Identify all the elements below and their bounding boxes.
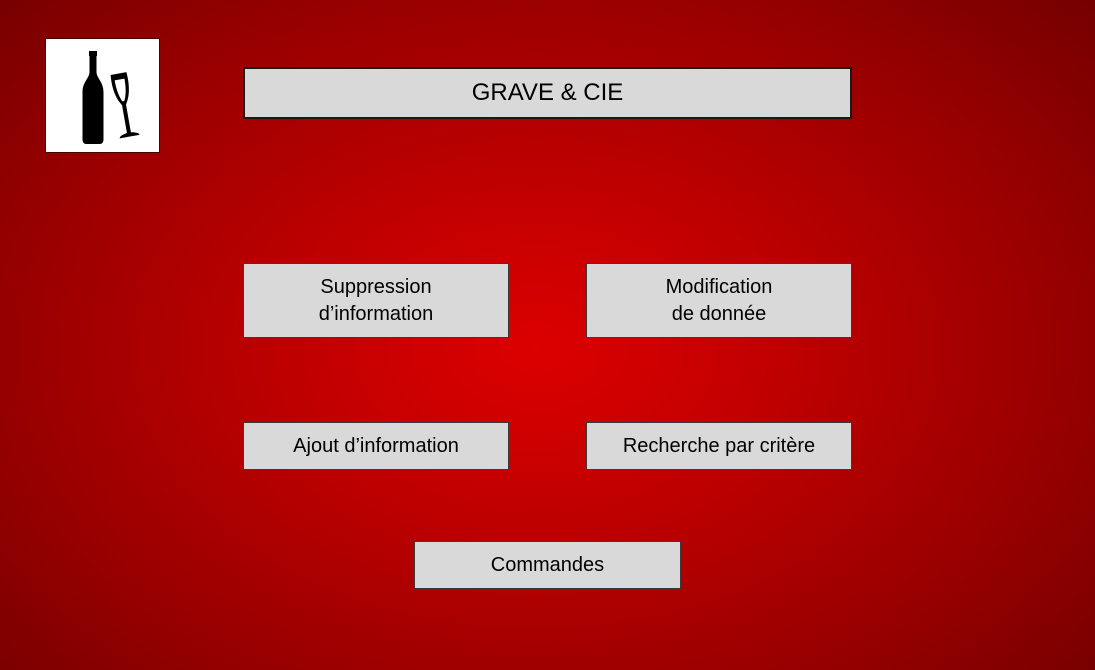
wine-bottle-glass-icon [82, 51, 140, 144]
recherche-critere-button[interactable]: Recherche par critère [586, 422, 852, 470]
suppression-information-button[interactable]: Suppression d’information [243, 263, 509, 338]
commandes-button[interactable]: Commandes [414, 541, 681, 589]
modification-donnee-button[interactable]: Modification de donnée [586, 263, 852, 338]
app-title: GRAVE & CIE [243, 67, 852, 119]
ajout-information-button[interactable]: Ajout d’information [243, 422, 509, 470]
logo [45, 38, 160, 153]
